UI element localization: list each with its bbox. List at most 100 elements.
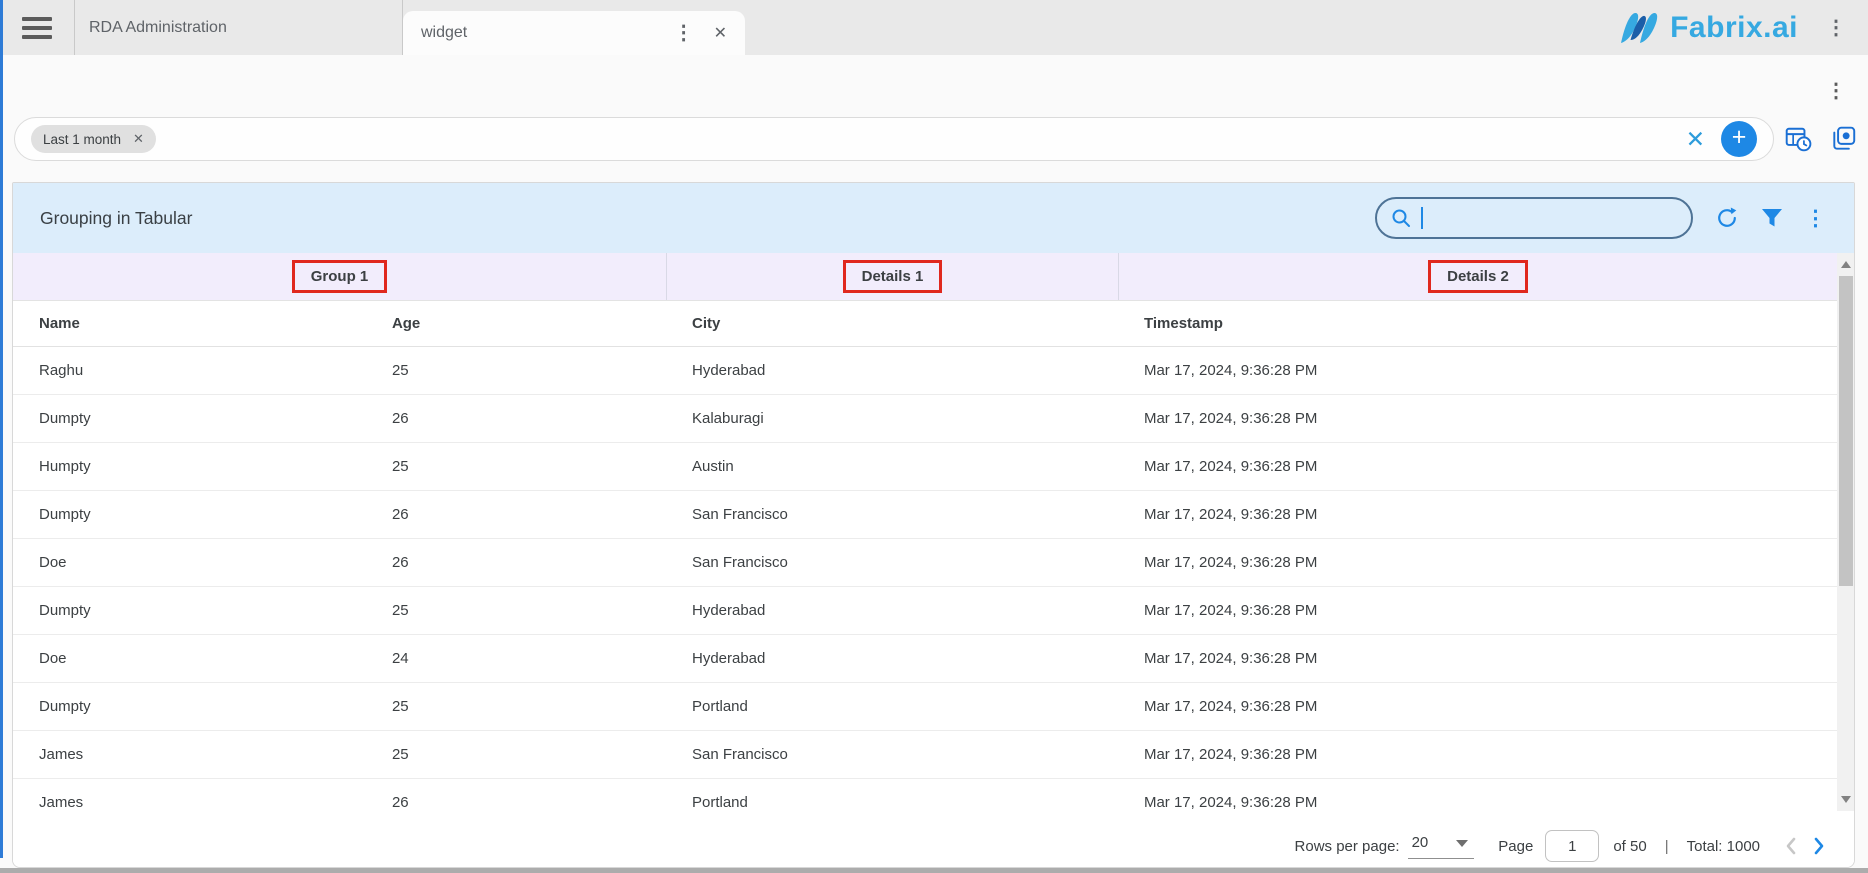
window-menu-icon[interactable]: ⋮ xyxy=(1826,18,1846,38)
table-row[interactable]: Humpty 25 Austin Mar 17, 2024, 9:36:28 P… xyxy=(13,443,1837,491)
cell-city: Austin xyxy=(666,458,1118,475)
fabrix-logo-icon xyxy=(1616,10,1662,46)
cell-age: 26 xyxy=(366,410,666,427)
page-input[interactable] xyxy=(1545,830,1599,862)
prev-page-icon[interactable] xyxy=(1784,836,1798,856)
cell-age: 26 xyxy=(366,554,666,571)
cell-timestamp: Mar 17, 2024, 9:36:28 PM xyxy=(1118,650,1837,667)
pagination-separator: | xyxy=(1665,838,1669,855)
tab-label: RDA Administration xyxy=(89,19,227,37)
tab-rda-administration[interactable]: RDA Administration xyxy=(74,0,403,55)
cell-name: Humpty xyxy=(13,458,366,475)
hamburger-menu-icon[interactable] xyxy=(0,0,74,55)
clear-filters-icon[interactable]: ✕ xyxy=(1686,128,1705,151)
cell-name: Dumpty xyxy=(13,602,366,619)
refresh-icon[interactable] xyxy=(1715,206,1739,230)
search-icon xyxy=(1391,208,1411,228)
filter-chip[interactable]: Last 1 month ✕ xyxy=(31,125,156,153)
text-cursor xyxy=(1421,207,1423,229)
cell-city: San Francisco xyxy=(666,554,1118,571)
tab-close-icon[interactable]: ✕ xyxy=(714,23,727,43)
cell-name: Raghu xyxy=(13,362,366,379)
filter-chip-label: Last 1 month xyxy=(43,132,121,147)
annotation-box: Group 1 xyxy=(292,260,388,293)
total-label: Total: 1000 xyxy=(1687,838,1760,855)
cell-age: 25 xyxy=(366,458,666,475)
cell-age: 25 xyxy=(366,362,666,379)
table-row[interactable]: Dumpty 25 Portland Mar 17, 2024, 9:36:28… xyxy=(13,683,1837,731)
cell-name: Dumpty xyxy=(13,698,366,715)
cell-age: 25 xyxy=(366,746,666,763)
table-row[interactable]: Dumpty 26 Kalaburagi Mar 17, 2024, 9:36:… xyxy=(13,395,1837,443)
cell-city: Hyderabad xyxy=(666,650,1118,667)
widget-menu-icon[interactable]: ⋮ xyxy=(1805,206,1826,231)
save-icon[interactable] xyxy=(1830,125,1858,158)
column-header-age: Age xyxy=(366,315,666,332)
table-row[interactable]: Dumpty 25 Hyderabad Mar 17, 2024, 9:36:2… xyxy=(13,587,1837,635)
table-row[interactable]: Raghu 25 Hyderabad Mar 17, 2024, 9:36:28… xyxy=(13,347,1837,395)
filter-funnel-icon[interactable] xyxy=(1761,208,1783,228)
dropdown-arrow-icon xyxy=(1456,840,1468,847)
brand-name: Fabrix.ai xyxy=(1670,11,1798,45)
rows-per-page-select[interactable]: 20 xyxy=(1408,834,1475,859)
search-box[interactable] xyxy=(1375,197,1693,239)
cell-timestamp: Mar 17, 2024, 9:36:28 PM xyxy=(1118,554,1837,571)
schedule-icon[interactable] xyxy=(1784,125,1812,158)
tab-bar: RDA Administration widget ⋮ ✕ Fabrix.ai … xyxy=(0,0,1868,55)
page-label: Page xyxy=(1498,838,1533,855)
cell-timestamp: Mar 17, 2024, 9:36:28 PM xyxy=(1118,506,1837,523)
cell-age: 26 xyxy=(366,794,666,811)
cell-timestamp: Mar 17, 2024, 9:36:28 PM xyxy=(1118,362,1837,379)
cell-name: Dumpty xyxy=(13,506,366,523)
annotation-box: Details 1 xyxy=(843,260,943,293)
cell-timestamp: Mar 17, 2024, 9:36:28 PM xyxy=(1118,746,1837,763)
page-of-label: of 50 xyxy=(1613,838,1646,855)
cell-name: Doe xyxy=(13,554,366,571)
tab-label: widget xyxy=(421,24,674,42)
tab-menu-icon[interactable]: ⋮ xyxy=(674,23,694,43)
table-row[interactable]: James 25 San Francisco Mar 17, 2024, 9:3… xyxy=(13,731,1837,779)
table-row[interactable]: James 26 Portland Mar 17, 2024, 9:36:28 … xyxy=(13,779,1837,827)
column-header-timestamp: Timestamp xyxy=(1118,315,1837,332)
cell-city: San Francisco xyxy=(666,506,1118,523)
next-page-icon[interactable] xyxy=(1812,836,1826,856)
group-header-row: Group 1 Details 1 Details 2 xyxy=(13,253,1837,301)
cell-timestamp: Mar 17, 2024, 9:36:28 PM xyxy=(1118,458,1837,475)
rows-per-page-label: Rows per page: xyxy=(1295,838,1400,855)
cell-age: 24 xyxy=(366,650,666,667)
chip-remove-icon[interactable]: ✕ xyxy=(133,131,144,147)
cell-name: Dumpty xyxy=(13,410,366,427)
cell-age: 26 xyxy=(366,506,666,523)
pagination-bar: Rows per page: 20 Page of 50 | Total: 10… xyxy=(13,825,1854,867)
page-menu-icon[interactable]: ⋮ xyxy=(1826,78,1846,103)
cell-age: 25 xyxy=(366,698,666,715)
cell-city: Kalaburagi xyxy=(666,410,1118,427)
widget-header: Grouping in Tabular xyxy=(13,183,1854,253)
scroll-up-icon[interactable] xyxy=(1841,261,1851,268)
column-header-row: Name Age City Timestamp xyxy=(13,301,1837,347)
cell-timestamp: Mar 17, 2024, 9:36:28 PM xyxy=(1118,794,1837,811)
cell-age: 25 xyxy=(366,602,666,619)
cell-name: James xyxy=(13,794,366,811)
table-row[interactable]: Doe 26 San Francisco Mar 17, 2024, 9:36:… xyxy=(13,539,1837,587)
widget-title: Grouping in Tabular xyxy=(40,208,192,229)
cell-name: Doe xyxy=(13,650,366,667)
cell-timestamp: Mar 17, 2024, 9:36:28 PM xyxy=(1118,602,1837,619)
scroll-down-icon[interactable] xyxy=(1841,796,1851,803)
search-input[interactable] xyxy=(1433,210,1691,227)
table-row[interactable]: Dumpty 26 San Francisco Mar 17, 2024, 9:… xyxy=(13,491,1837,539)
scrollbar-thumb[interactable] xyxy=(1839,276,1853,586)
vertical-scrollbar[interactable] xyxy=(1837,253,1854,811)
table-row[interactable]: Doe 24 Hyderabad Mar 17, 2024, 9:36:28 P… xyxy=(13,635,1837,683)
annotation-box: Details 2 xyxy=(1428,260,1528,293)
add-filter-button[interactable]: + xyxy=(1721,121,1757,157)
group-header-details2: Details 2 xyxy=(1118,253,1837,300)
cell-city: Portland xyxy=(666,698,1118,715)
column-header-name: Name xyxy=(13,315,366,332)
filter-bar[interactable]: Last 1 month ✕ ✕ + xyxy=(14,117,1774,161)
cell-timestamp: Mar 17, 2024, 9:36:28 PM xyxy=(1118,410,1837,427)
widget-card: Grouping in Tabular xyxy=(12,182,1855,868)
tab-widget[interactable]: widget ⋮ ✕ xyxy=(403,11,745,55)
cell-city: Hyderabad xyxy=(666,362,1118,379)
group-header-group1: Group 1 xyxy=(13,253,666,300)
